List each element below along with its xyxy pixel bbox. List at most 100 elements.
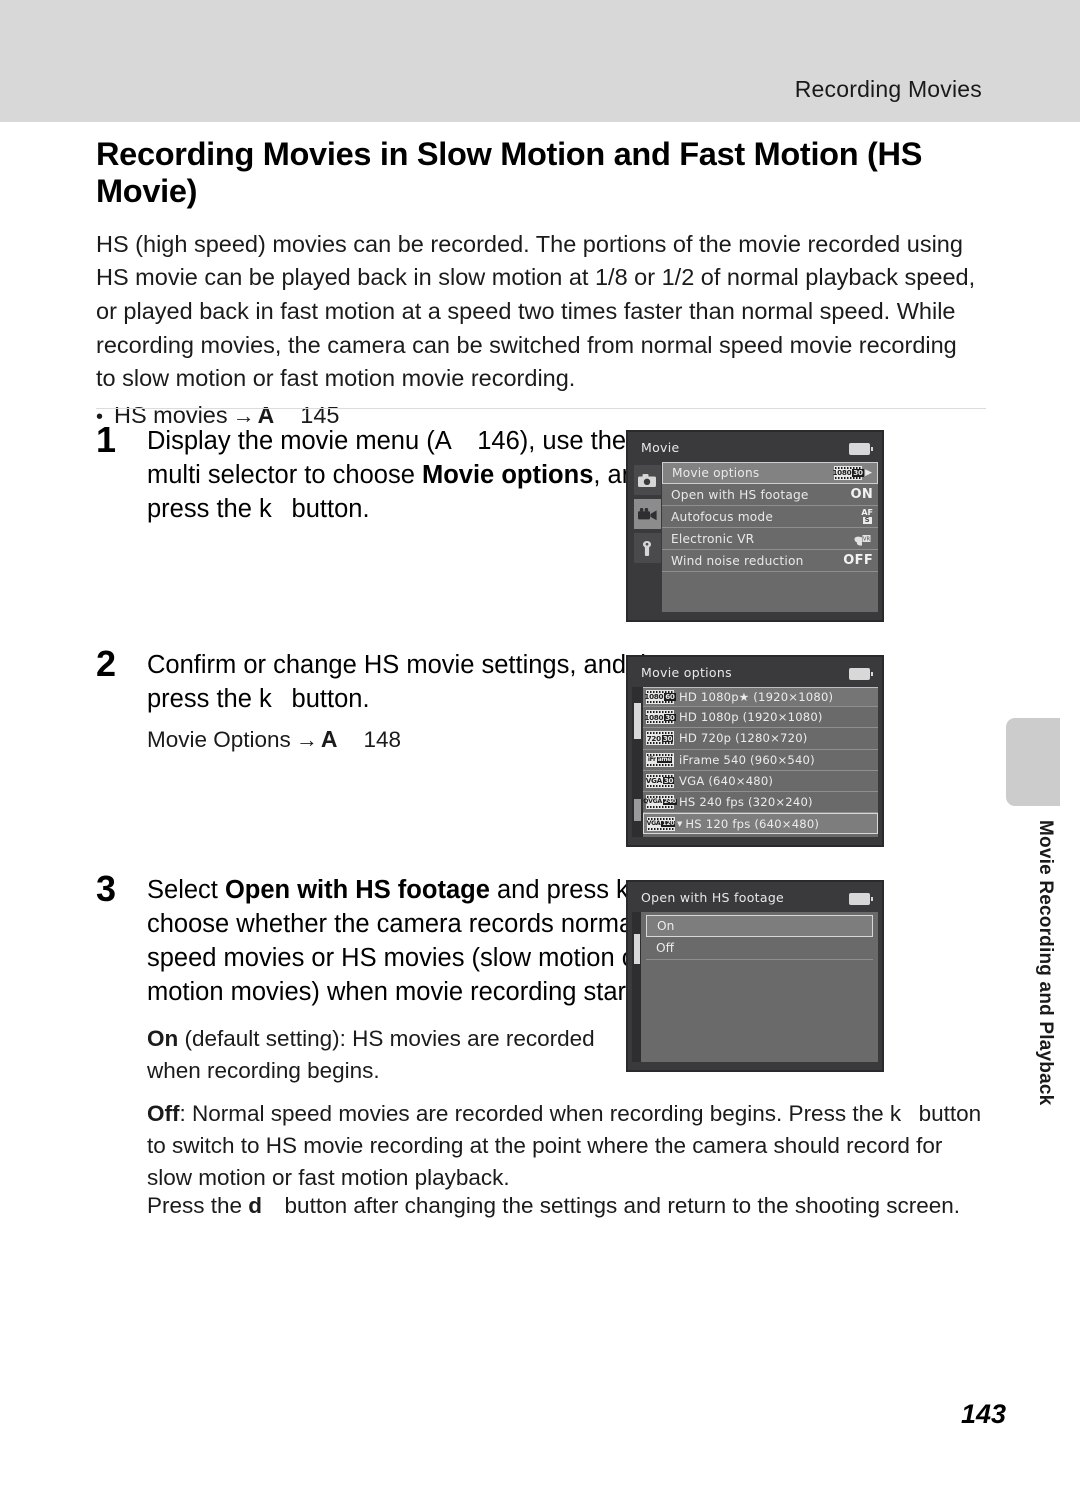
note-on-text: (default setting): HS movies are recorde… [147,1026,595,1083]
running-header-band [0,0,1080,122]
value-icon-af-s: AF S [861,508,873,524]
note-off-label: Off [147,1101,180,1126]
step-3-text-pre: Select [147,876,225,904]
battery-icon [849,443,873,455]
screen-movie-menu-titlebar: Movie [628,432,882,462]
note-off: Off: Normal speed movies are recorded wh… [147,1098,985,1194]
screen-movie-menu-body: Movie options 1080 30 ▶ Open with HS foot… [632,462,878,612]
screen-open-with-hs-footage: Open with HS footage On Off [626,880,884,1072]
value-icon-1080-30: 1080 30 [832,466,864,480]
battery-icon [849,668,873,680]
intro-paragraph: HS (high speed) movies can be recorded. … [96,230,976,392]
screen-movie-menu-title: Movie [641,439,680,455]
option-row-label: iFrame 540 (960×540) [679,752,815,767]
page-number: 143 [960,1399,1006,1429]
screen-movie-options-body: 1080 60 HD 1080p★ (1920×1080) 1080 30 HD 1… [632,687,878,837]
option-row-hs-120fps[interactable]: VGA 120 ▼ HS 120 fps (640×480) [643,813,878,835]
value-icon-electronic-vr: VR [853,532,873,546]
onoff-row-label: Off [656,941,674,955]
note-press-menu: Press the d button after changing the se… [147,1190,985,1222]
chevron-down-icon: ▼ [677,819,683,828]
format-icon: 720 30 [646,731,674,746]
screen-movie-options: Movie options 1080 60 HD 1080p★ (1920×108… [626,655,884,847]
option-row-hd-1080p[interactable]: 1080 30 HD 1080p (1920×1080) [643,707,878,729]
note-press-pre: Press the [147,1193,249,1218]
page-content: Recording Movies in Slow Motion and Fast… [96,136,986,432]
format-icon: iFr ame [646,752,674,767]
screen-movie-menu-tabcolumn [632,462,662,612]
step-3-bold-term: Open with HS footage [224,876,490,904]
menu-row-open-with-hs-footage[interactable]: Open with HS footage ON [662,484,878,506]
screen-movie-options-rows: 1080 60 HD 1080p★ (1920×1080) 1080 30 HD 1… [643,687,878,837]
option-row-label: HS 240 fps (320×240) [679,795,813,810]
tab-shooting-camera-icon[interactable] [633,465,661,495]
battery-icon [849,893,873,905]
sub-note-page-ref: 148 [363,726,401,752]
menu-row-movie-options[interactable]: Movie options 1080 30 ▶ [662,462,878,484]
menu-row-label: Autofocus mode [671,509,774,524]
menu-row-value: ON [850,487,873,502]
format-icon: VGA 30 [646,773,675,788]
scrollbar-thumb[interactable] [634,703,641,739]
screen-open-with-hs-body: On Off [632,912,878,1062]
step-2-text: Confirm or change HS movie settings, and… [147,649,707,756]
step-2-text-body: Confirm or change HS movie settings, and… [147,651,683,713]
page-ref-glyph-icon: A [320,725,338,752]
step-1-text: Display the movie menu (A 146), use the … [147,425,707,527]
step-2-number: 2 [96,643,117,684]
screen-open-with-hs-title: Open with HS footage [641,889,785,905]
screen-open-with-hs-rows: On Off [641,912,878,1062]
format-icon: 1080 30 [644,710,676,725]
step-1-bold-term: Movie options [421,460,594,489]
step-3-text: Select Open with HS footage and press k … [147,874,707,1010]
option-row-iframe-540[interactable]: iFr ame iFrame 540 (960×540) [643,750,878,771]
option-row-label: HD 1080p (1920×1080) [679,710,823,725]
page-body: Recording Movies in Slow Motion and Fast… [0,122,1080,1486]
option-row-hd-720p[interactable]: 720 30 HD 720p (1280×720) [643,728,878,750]
note-on: On (default setting): HS movies are reco… [147,1023,647,1087]
step-3-number: 3 [96,868,117,909]
option-row-vga[interactable]: VGA 30 VGA (640×480) [643,771,878,792]
scrollbar[interactable] [632,687,643,837]
option-row-label: HD 1080p★ (1920×1080) [679,690,834,705]
option-row-hd-1080p-star[interactable]: 1080 60 HD 1080p★ (1920×1080) [643,687,878,708]
format-icon: 1080 60 [644,690,676,705]
scrollbar-track-lower [634,799,641,821]
screen-movie-menu-rows: Movie options 1080 30 ▶ Open with HS foot… [662,462,878,612]
menu-button-glyph-icon: d [248,1193,263,1218]
option-row-label: HD 720p (1280×720) [679,731,808,746]
scrollbar-thumb[interactable] [633,934,640,964]
step-2-sub-note: Movie Options → A 148 [147,723,707,756]
menu-row-autofocus-mode[interactable]: Autofocus mode AF S [662,506,878,528]
rule-above-step-1 [96,408,986,409]
running-header-title: Recording Movies [794,76,982,102]
menu-row-value: OFF [843,553,873,568]
option-row-label: VGA (640×480) [679,773,774,788]
tab-setup-wrench-icon[interactable] [633,533,661,563]
svg-text:VR: VR [863,536,870,542]
menu-row-electronic-vr[interactable]: Electronic VR VR [662,528,878,550]
side-thumb-tab [1006,718,1060,806]
menu-row-label: Wind noise reduction [671,553,804,568]
note-off-text: : Normal speed movies are recorded when … [147,1101,982,1190]
note-on-label: On [147,1026,179,1051]
tab-movie-camera-icon[interactable] [633,499,661,529]
screen-open-with-hs-titlebar: Open with HS footage [628,882,882,912]
option-row-hs-240fps[interactable]: QVGA 240 HS 240 fps (320×240) [643,792,878,814]
onoff-row-off[interactable]: Off [646,937,873,960]
menu-row-label: Open with HS footage [671,487,809,502]
arrow-right-icon: → [295,726,318,752]
menu-row-label: Electronic VR [671,531,755,546]
onoff-row-label: On [657,919,675,933]
format-icon: VGA 120 [647,816,676,831]
side-tab-label: Movie Recording and Playback [1035,820,1056,1106]
menu-row-label: Movie options [672,466,760,480]
menu-row-wind-noise-reduction[interactable]: Wind noise reduction OFF [662,550,878,572]
onoff-row-on[interactable]: On [646,915,873,937]
screen-movie-options-titlebar: Movie options [628,657,882,687]
sub-note-label: Movie Options [147,726,291,752]
step-1-number: 1 [96,419,117,460]
format-icon: QVGA 240 [643,795,677,810]
screen-movie-menu: Movie Movie options 1080 30 ▶ Open with … [626,430,884,622]
page-title: Recording Movies in Slow Motion and Fast… [96,136,923,210]
